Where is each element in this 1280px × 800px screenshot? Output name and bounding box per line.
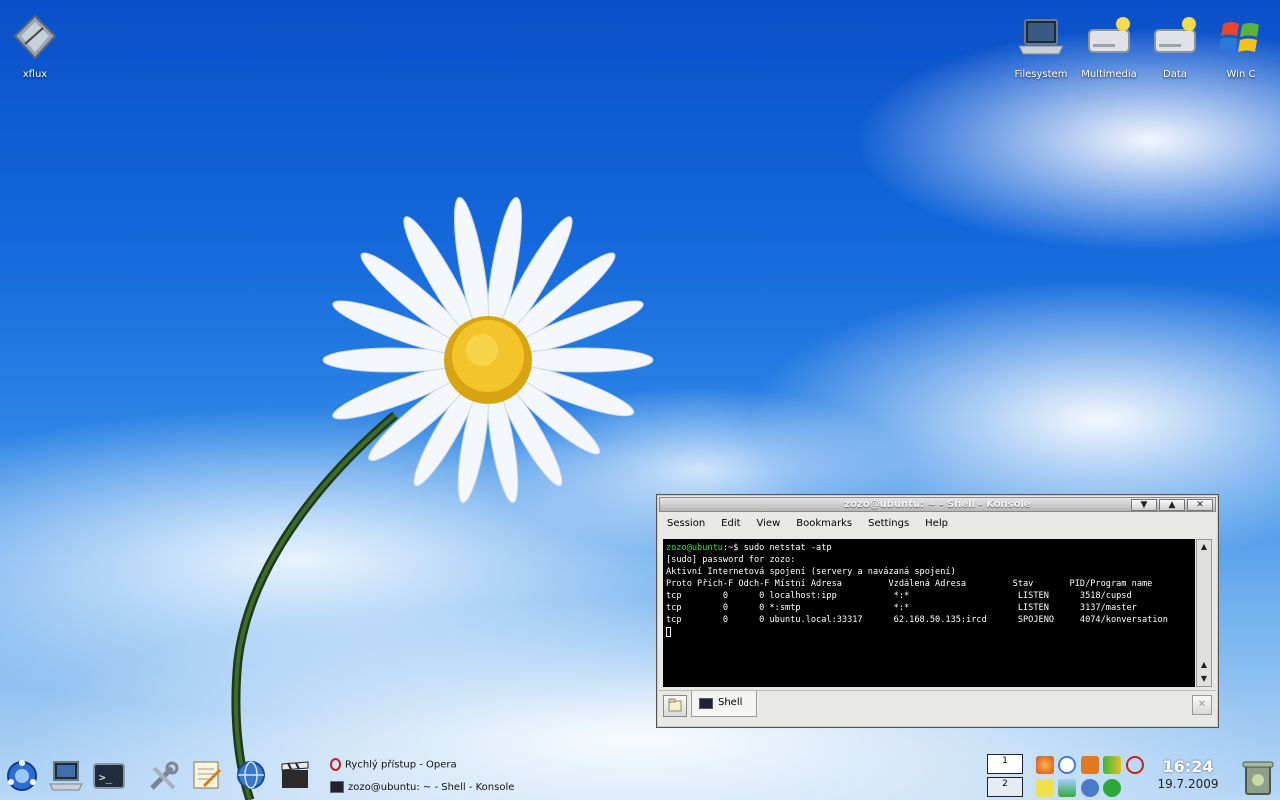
terminal-scrollbar[interactable]: ▲ ▲ ▼ (1196, 539, 1212, 687)
battery-tray-icon[interactable] (1103, 756, 1121, 774)
terminal-icon (699, 698, 713, 709)
desktop-icon-label: xflux (22, 69, 48, 80)
terminal-cursor (666, 626, 671, 637)
pager-label: 1 (1002, 756, 1008, 766)
terminal-line: tcp 0 0 *:smtp *:* LISTEN 3137/master (666, 603, 1137, 613)
terminal-command: :~$ sudo netstat -atp (722, 543, 832, 553)
window-titlebar[interactable]: zozo@ubuntu: ~ - Shell - Konsole ▼ ▲ ✕ (659, 497, 1216, 512)
menu-bookmarks[interactable]: Bookmarks (788, 515, 860, 533)
opera-icon (330, 758, 341, 771)
opera-tray-icon[interactable] (1126, 756, 1144, 774)
menu-edit[interactable]: Edit (713, 515, 748, 533)
laptop-icon (1018, 19, 1064, 55)
desktop-icon-xflux[interactable]: xflux (0, 14, 70, 80)
update-tray-icon[interactable] (1103, 779, 1121, 797)
maximize-button[interactable]: ▲ (1159, 499, 1185, 511)
desktop-icon-data[interactable]: Data (1140, 14, 1210, 80)
taskbar-item-label: zozo@ubuntu: ~ - Shell - Konsole (348, 782, 515, 793)
settings-tools-icon[interactable] (146, 760, 180, 794)
video-clapper-icon[interactable] (278, 758, 312, 792)
terminal-line: tcp 0 0 ubuntu.local:33317 62.168.50.135… (666, 615, 1168, 625)
clock-date: 19.7.2009 (1157, 777, 1219, 791)
scroll-up-arrow-icon[interactable]: ▲ (1197, 658, 1211, 672)
konsole-window[interactable]: zozo@ubuntu: ~ - Shell - Konsole ▼ ▲ ✕ S… (656, 494, 1219, 728)
new-tab-icon (668, 698, 682, 712)
window-title: zozo@ubuntu: ~ - Shell - Konsole (844, 499, 1031, 510)
terminal-line: [sudo] password for zozo: (666, 555, 796, 565)
windows-logo-icon (1219, 22, 1259, 52)
taskbar-item-label: Rychlý přístup - Opera (345, 759, 457, 771)
hard-drive-icon (1088, 17, 1130, 53)
menu-bar: Session Edit View Bookmarks Settings Hel… (659, 515, 1216, 533)
close-button[interactable]: ✕ (1187, 499, 1213, 511)
desktop-icon-label: Data (1163, 69, 1187, 80)
menu-view[interactable]: View (749, 515, 789, 533)
desktop-icon-label: Multimedia (1081, 69, 1137, 80)
trash-icon[interactable] (1240, 758, 1276, 796)
xflux-icon (13, 14, 57, 60)
terminal-output[interactable]: zozo@ubuntu:~$ sudo netstat -atp [sudo] … (663, 539, 1195, 687)
terminal-line: tcp 0 0 localhost:ipp *:* LISTEN 3518/cu… (666, 591, 1132, 601)
minimize-button[interactable]: ▼ (1131, 499, 1157, 511)
terminal-prompt: zozo@ubuntu (666, 543, 723, 553)
desktop-icon-win-c[interactable]: Win C (1206, 14, 1276, 80)
tab-bar: Shell ✕ (659, 690, 1216, 726)
clock-time: 16:24 (1162, 757, 1214, 776)
taskbar-item-konsole[interactable]: zozo@ubuntu: ~ - Shell - Konsole (330, 781, 514, 793)
kde-menu-icon[interactable] (4, 758, 40, 794)
scroll-down-arrow-icon[interactable]: ▼ (1197, 672, 1211, 686)
text-editor-icon[interactable] (190, 758, 224, 792)
network-tray-icon[interactable] (1058, 779, 1076, 797)
menu-settings[interactable]: Settings (860, 515, 917, 533)
pager-desktop-1[interactable]: 1 (987, 754, 1023, 774)
desktop-icon-label: Win C (1226, 69, 1256, 80)
close-tab-button[interactable]: ✕ (1192, 695, 1212, 715)
firefox-tray-icon[interactable] (1036, 756, 1054, 774)
desktop-icon-filesystem[interactable]: Filesystem (1006, 14, 1076, 80)
svg-text:>_: >_ (99, 771, 113, 784)
scroll-up-arrow-icon[interactable]: ▲ (1197, 540, 1211, 554)
search-tray-icon[interactable] (1058, 756, 1076, 774)
navigation-tray-icon[interactable] (1081, 779, 1099, 797)
clock[interactable]: 16:24 19.7.2009 (1150, 757, 1226, 791)
computer-icon[interactable] (48, 758, 84, 794)
konsole-icon (330, 781, 344, 793)
hard-drive-icon (1154, 17, 1196, 53)
tab-shell[interactable]: Shell (691, 691, 757, 717)
terminal-launcher-icon[interactable]: >_ (92, 760, 126, 792)
desktop-icon-multimedia[interactable]: Multimedia (1074, 14, 1144, 80)
konversation-tray-icon[interactable] (1081, 756, 1099, 774)
terminal-line: Proto Přích-F Odch-F Místní Adresa Vzdál… (666, 579, 1153, 589)
notes-tray-icon[interactable] (1036, 779, 1054, 797)
pager-desktop-2[interactable]: 2 (987, 777, 1023, 797)
tab-label: Shell (718, 697, 743, 708)
new-tab-button[interactable] (663, 695, 687, 717)
menu-help[interactable]: Help (917, 515, 956, 533)
menu-session[interactable]: Session (659, 515, 713, 533)
terminal-line: Aktivní Internetová spojení (servery a n… (666, 567, 956, 577)
taskbar-item-opera[interactable]: Rychlý přístup - Opera (330, 758, 457, 771)
pager-label: 2 (1002, 779, 1008, 789)
web-browser-icon[interactable] (234, 758, 268, 792)
desktop-icon-label: Filesystem (1014, 69, 1068, 80)
